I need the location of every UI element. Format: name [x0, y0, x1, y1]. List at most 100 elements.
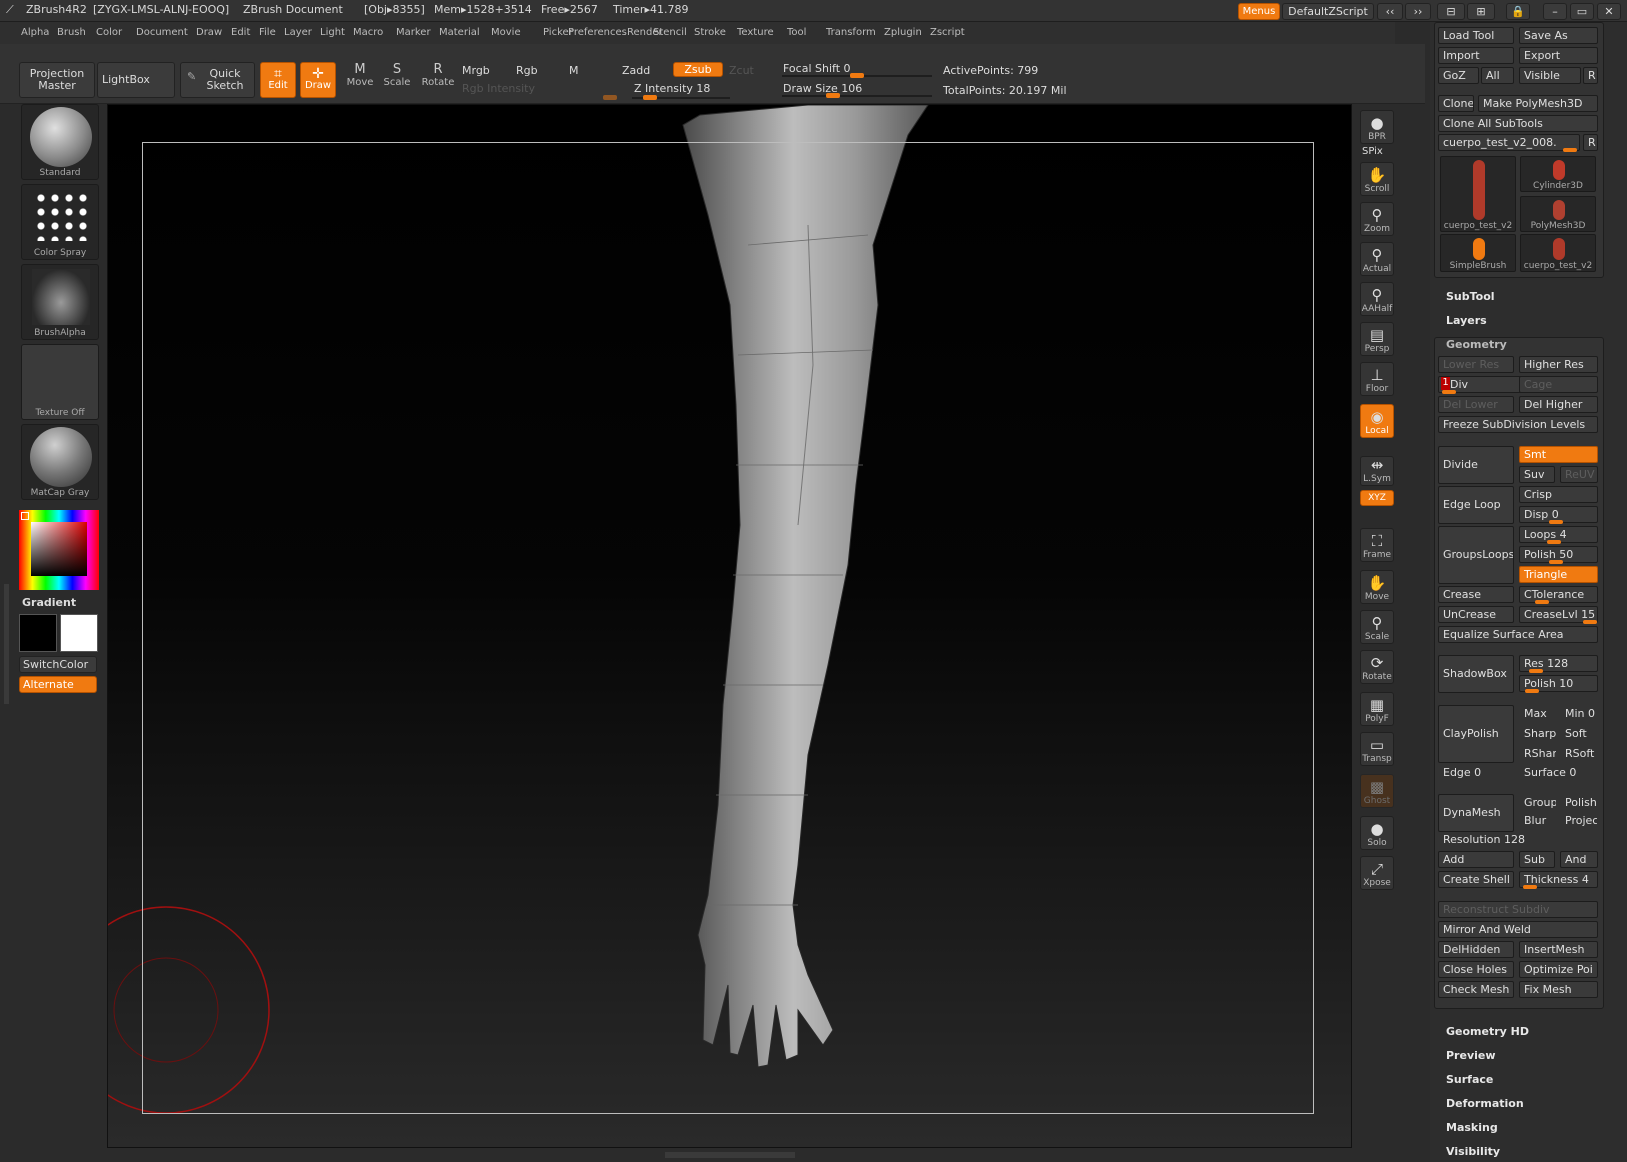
color-square[interactable]: [31, 522, 87, 576]
make-polymesh-button[interactable]: Make PolyMesh3D: [1478, 95, 1598, 112]
fix-mesh-button[interactable]: Fix Mesh: [1519, 981, 1598, 998]
layout-right-icon[interactable]: ››: [1405, 3, 1431, 20]
goz-button[interactable]: GoZ: [1438, 67, 1479, 84]
move-button[interactable]: M Move: [343, 62, 377, 98]
focal-shift-knob[interactable]: [850, 73, 864, 78]
dynamesh-button[interactable]: DynaMesh: [1438, 794, 1514, 832]
sub-button[interactable]: Sub: [1519, 851, 1555, 868]
zadd-button[interactable]: Zadd: [622, 64, 650, 77]
material-picker[interactable]: MatCap Gray: [21, 424, 99, 500]
color-picker[interactable]: [19, 510, 99, 590]
polish-slider-knob[interactable]: [1549, 560, 1563, 564]
project-button[interactable]: Projec: [1560, 812, 1598, 829]
menu-file[interactable]: File: [259, 27, 276, 38]
resolution-slider[interactable]: Resolution 128: [1438, 831, 1598, 848]
panel-masking[interactable]: Masking: [1446, 1121, 1498, 1134]
del-higher-button[interactable]: Del Higher: [1519, 396, 1598, 413]
edge-slider[interactable]: Edge 0: [1438, 764, 1514, 781]
bpr-button[interactable]: ● BPR: [1360, 110, 1394, 144]
del-lower-button[interactable]: Del Lower: [1438, 396, 1514, 413]
panel-deformation[interactable]: Deformation: [1446, 1097, 1524, 1110]
smt-button[interactable]: Smt: [1519, 446, 1598, 463]
tool-thumb-cylinder[interactable]: Cylinder3D: [1520, 156, 1596, 192]
xpose-button[interactable]: ⤢ Xpose: [1360, 856, 1394, 890]
menu-color[interactable]: Color: [96, 27, 122, 38]
bottom-tray-handle[interactable]: [665, 1152, 795, 1158]
z-intensity-slider[interactable]: Z Intensity 18: [634, 82, 710, 95]
menus-button[interactable]: Menus: [1238, 3, 1280, 20]
minimize-icon[interactable]: –: [1543, 3, 1567, 20]
menu-zscript[interactable]: Zscript: [930, 27, 965, 38]
actual-button[interactable]: ⚲ Actual: [1360, 242, 1394, 276]
tray-right-icon[interactable]: ⊞: [1467, 3, 1495, 20]
scale-button[interactable]: ⚲ Scale: [1360, 610, 1394, 644]
draw-size-knob[interactable]: [825, 93, 840, 98]
panel-preview[interactable]: Preview: [1446, 1049, 1496, 1062]
solo-button[interactable]: ● Solo: [1360, 816, 1394, 850]
crease-button[interactable]: Crease: [1438, 586, 1514, 603]
rotate-button[interactable]: R Rotate: [420, 62, 456, 98]
uncrease-button[interactable]: UnCrease: [1438, 606, 1514, 623]
all-button[interactable]: All: [1481, 67, 1514, 84]
edge-loop-button[interactable]: Edge Loop: [1438, 486, 1514, 524]
projection-master-button[interactable]: Projection Master: [19, 62, 95, 98]
group-button[interactable]: Group: [1519, 794, 1557, 811]
rotate-button[interactable]: ⟳ Rotate: [1360, 650, 1394, 684]
current-tool-slider-knob[interactable]: [1563, 148, 1577, 152]
tool-thumb-polymesh[interactable]: PolyMesh3D: [1520, 196, 1596, 232]
focal-shift-slider[interactable]: Focal Shift 0: [783, 62, 851, 75]
secondary-color-swatch[interactable]: [60, 614, 98, 652]
rgb-intensity-slider[interactable]: Rgb Intensity: [462, 82, 535, 95]
menu-macro[interactable]: Macro: [353, 27, 383, 38]
soft-slider[interactable]: Soft: [1560, 725, 1598, 742]
groups-loops-button[interactable]: GroupsLoops: [1438, 526, 1514, 584]
load-tool-button[interactable]: Load Tool: [1438, 27, 1514, 44]
default-zscript-button[interactable]: DefaultZScript: [1282, 3, 1374, 20]
claypolish-button[interactable]: ClayPolish: [1438, 705, 1514, 763]
m-button[interactable]: M: [569, 64, 579, 77]
blur-slider[interactable]: Blur: [1519, 812, 1557, 829]
suv-button[interactable]: Suv: [1519, 466, 1555, 483]
menu-tool[interactable]: Tool: [787, 27, 806, 38]
min-slider[interactable]: Min 0: [1560, 705, 1598, 722]
lightbox-button[interactable]: LightBox: [97, 62, 175, 98]
tool-thumb-arm[interactable]: cuerpo_test_v2: [1440, 156, 1516, 232]
save-as-button[interactable]: Save As: [1519, 27, 1598, 44]
menu-material[interactable]: Material: [439, 27, 480, 38]
rgb-intensity-knob[interactable]: [603, 95, 617, 100]
menu-transform[interactable]: Transform: [826, 27, 876, 38]
floor-button[interactable]: ⊥ Floor: [1360, 362, 1394, 396]
polyf-button[interactable]: ▦ PolyF: [1360, 692, 1394, 726]
aahalf-button[interactable]: ⚲ AAHalf: [1360, 282, 1394, 316]
mrgb-button[interactable]: Mrgb: [462, 64, 490, 77]
menu-preferences[interactable]: Preferences: [568, 27, 627, 38]
close-holes-button[interactable]: Close Holes: [1438, 961, 1514, 978]
sharp-slider[interactable]: Sharp: [1519, 725, 1557, 742]
move-button[interactable]: ✋ Move: [1360, 570, 1394, 604]
draw-button[interactable]: ✛ Draw: [300, 62, 336, 98]
mirror-and-weld-button[interactable]: Mirror And Weld: [1438, 921, 1598, 938]
layout-left-icon[interactable]: ‹‹: [1377, 3, 1403, 20]
crisp-button[interactable]: Crisp: [1519, 486, 1598, 503]
sdiv-slider-knob[interactable]: [1442, 390, 1456, 394]
check-mesh-button[interactable]: Check Mesh: [1438, 981, 1514, 998]
lock-icon[interactable]: 🔒: [1506, 3, 1530, 20]
scale-button[interactable]: S Scale: [380, 62, 414, 98]
menu-stroke[interactable]: Stroke: [694, 27, 726, 38]
draw-size-slider[interactable]: Draw Size 106: [783, 82, 862, 95]
z-intensity-knob[interactable]: [642, 95, 657, 100]
ctolerance-slider[interactable]: CTolerance: [1519, 586, 1598, 603]
local-button[interactable]: ◉ Local: [1360, 404, 1394, 438]
and-button[interactable]: And: [1560, 851, 1598, 868]
switch-color-button[interactable]: SwitchColor: [19, 656, 97, 673]
menu-draw[interactable]: Draw: [196, 27, 222, 38]
crease-level-slider-knob[interactable]: [1583, 620, 1597, 624]
maximize-icon[interactable]: ▭: [1570, 3, 1594, 20]
insertmesh-button[interactable]: InsertMesh: [1519, 941, 1598, 958]
panel-layers[interactable]: Layers: [1446, 314, 1487, 327]
res-slider-knob[interactable]: [1529, 669, 1543, 673]
rgb-button[interactable]: Rgb: [516, 64, 538, 77]
rsharp-slider[interactable]: RShar: [1519, 745, 1557, 762]
current-tool-r-button[interactable]: R: [1583, 134, 1598, 151]
reconstruct-subdiv-button[interactable]: Reconstruct Subdiv: [1438, 901, 1598, 918]
